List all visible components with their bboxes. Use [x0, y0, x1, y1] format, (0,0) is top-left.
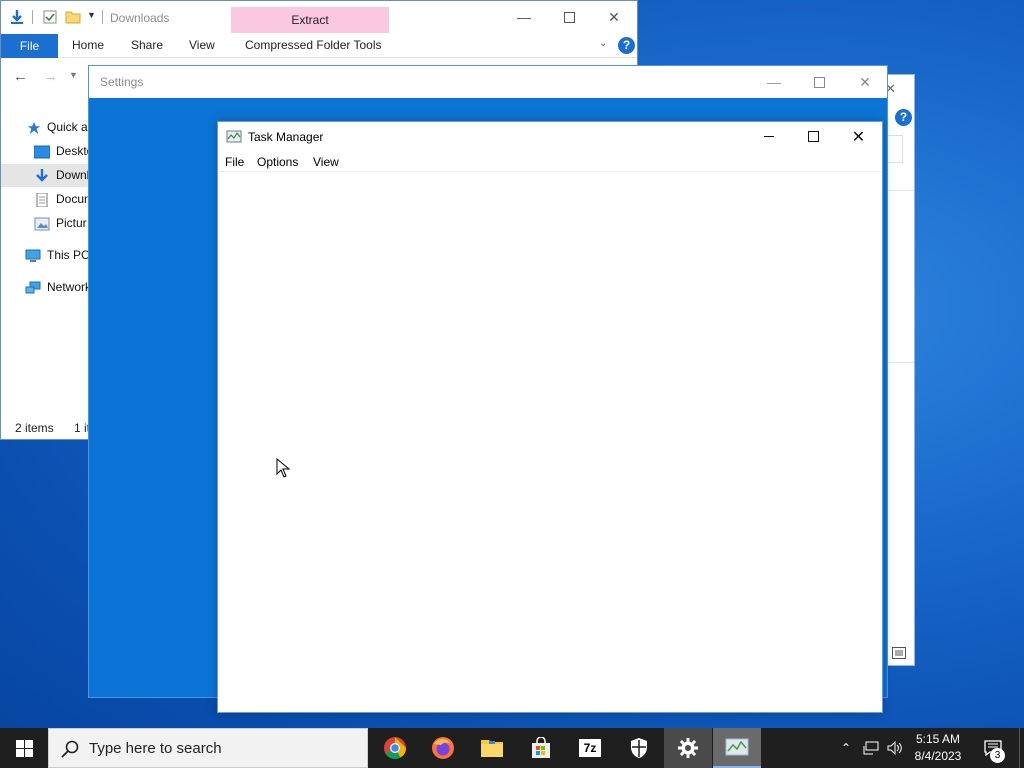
nav-item-pictures[interactable]: Pictur — [34, 212, 87, 234]
back-arrow-icon[interactable]: ← — [13, 68, 28, 85]
help-icon[interactable]: ? — [895, 109, 912, 126]
taskbar-file-explorer[interactable] — [468, 728, 516, 768]
chrome-icon — [384, 737, 406, 759]
taskbar-chrome[interactable] — [371, 728, 419, 768]
explorer-maximize-icon[interactable] — [546, 1, 592, 33]
desktop-icon — [34, 145, 50, 159]
task-manager-title: Task Manager — [248, 130, 324, 144]
search-placeholder: Type here to search — [89, 740, 222, 757]
taskbar-task-manager[interactable] — [713, 728, 761, 768]
network-status-icon[interactable] — [860, 728, 882, 768]
nav-item-network[interactable]: Network — [25, 276, 91, 298]
download-arrow-icon — [11, 10, 23, 24]
task-manager-content-area — [218, 173, 882, 712]
explorer-close-icon[interactable]: ✕ — [591, 1, 637, 33]
windows-logo-icon — [15, 739, 33, 757]
task-manager-icon — [725, 738, 749, 756]
ribbon-tab-compressed-folder-tools[interactable]: Compressed Folder Tools — [245, 38, 382, 52]
seven-zip-icon: 7z — [579, 739, 601, 757]
pictures-icon — [34, 217, 50, 231]
folder-icon — [481, 740, 503, 757]
menu-options[interactable]: Options — [257, 155, 298, 169]
menu-file[interactable]: File — [225, 155, 244, 169]
show-desktop-button[interactable] — [1019, 728, 1024, 768]
ribbon-tab-home[interactable]: Home — [72, 38, 104, 52]
nav-item-label: Network — [47, 280, 92, 294]
explorer-minimize-icon[interactable]: — — [501, 1, 547, 33]
task-manager-titlebar[interactable]: Task Manager ✕ — [218, 122, 882, 152]
clock-date: 8/4/2023 — [914, 749, 962, 763]
task-manager-window: Task Manager ✕ File Options View — [217, 121, 883, 713]
task-manager-icon — [226, 130, 242, 143]
nav-item-documents[interactable]: Docun — [34, 188, 91, 210]
taskbar-store[interactable] — [517, 728, 565, 768]
new-folder-icon[interactable] — [65, 9, 81, 25]
firefox-icon — [432, 737, 454, 759]
settings-title: Settings — [100, 75, 144, 89]
qa-customize-chevron-icon[interactable]: ▼ — [87, 10, 96, 20]
taskbar-settings[interactable] — [664, 728, 712, 768]
nav-item-label: Quick a — [47, 120, 88, 134]
status-item-count: 2 items — [15, 421, 54, 435]
settings-close-icon[interactable]: ✕ — [842, 66, 888, 98]
settings-minimize-icon[interactable]: — — [751, 66, 797, 98]
task-manager-minimize-icon[interactable] — [746, 122, 791, 151]
nav-item-this-pc[interactable]: This PC — [25, 244, 90, 266]
nav-item-label: Docun — [56, 192, 91, 206]
taskbar-firefox[interactable] — [419, 728, 467, 768]
network-icon — [25, 281, 41, 294]
download-arrow-icon — [36, 168, 48, 182]
forward-arrow-icon[interactable]: → — [43, 68, 58, 85]
title-divider — [102, 10, 103, 24]
taskbar-7zip[interactable]: 7z — [566, 728, 614, 768]
notification-badge: 3 — [990, 748, 1005, 763]
mouse-cursor-icon — [276, 458, 290, 478]
taskbar-clock[interactable]: 5:15 AM 8/4/2023 — [905, 731, 971, 765]
star-icon — [27, 121, 41, 134]
properties-icon[interactable] — [42, 9, 58, 25]
settings-maximize-icon[interactable] — [796, 66, 842, 98]
search-icon — [61, 740, 79, 758]
task-manager-maximize-icon[interactable] — [791, 122, 836, 151]
ribbon-expand-chevron-icon[interactable]: ⌄ — [599, 38, 607, 49]
ribbon-tab-view[interactable]: View — [189, 38, 215, 52]
store-bag-icon — [532, 737, 550, 758]
explorer-title: Downloads — [110, 11, 170, 25]
gear-icon — [678, 738, 698, 758]
help-icon[interactable]: ? — [618, 37, 635, 54]
nav-item-quick-access[interactable]: Quick a — [27, 116, 88, 138]
task-manager-close-icon[interactable]: ✕ — [836, 122, 881, 151]
taskbar-security[interactable] — [615, 728, 663, 768]
nav-item-label: This PC — [47, 248, 90, 262]
task-manager-menubar: File Options View — [218, 152, 882, 172]
nav-item-downloads[interactable]: Downl — [34, 164, 89, 186]
qa-divider — [32, 10, 33, 24]
ribbon-tab-file[interactable]: File — [1, 34, 58, 58]
document-icon — [36, 192, 48, 207]
explorer-ribbon: File Home Share View Compressed Folder T… — [1, 34, 637, 58]
explorer-titlebar[interactable]: ▼ Downloads Extract — ✕ — [1, 1, 637, 34]
details-view-icon[interactable] — [892, 647, 906, 659]
taskbar: Type here to search 7z ⌃ 5:15 AM 8/4/202… — [0, 728, 1024, 768]
nav-item-label: Pictur — [56, 216, 87, 230]
computer-icon — [25, 249, 41, 262]
menu-view[interactable]: View — [313, 155, 339, 169]
recent-locations-chevron-icon[interactable]: ▼ — [69, 70, 78, 80]
settings-titlebar[interactable]: Settings — ✕ — [89, 66, 887, 98]
clock-time: 5:15 AM — [915, 732, 961, 746]
volume-icon[interactable] — [884, 728, 906, 768]
show-hidden-icons-chevron-icon[interactable]: ⌃ — [836, 728, 856, 768]
contextual-tab-extract[interactable]: Extract — [231, 7, 389, 33]
ribbon-tab-share[interactable]: Share — [131, 38, 163, 52]
start-button[interactable] — [0, 728, 48, 768]
nav-item-desktop[interactable]: Deskto — [34, 140, 93, 162]
nav-item-label: Downl — [56, 168, 90, 182]
shield-icon — [631, 738, 647, 758]
taskbar-search-box[interactable]: Type here to search — [48, 728, 368, 768]
